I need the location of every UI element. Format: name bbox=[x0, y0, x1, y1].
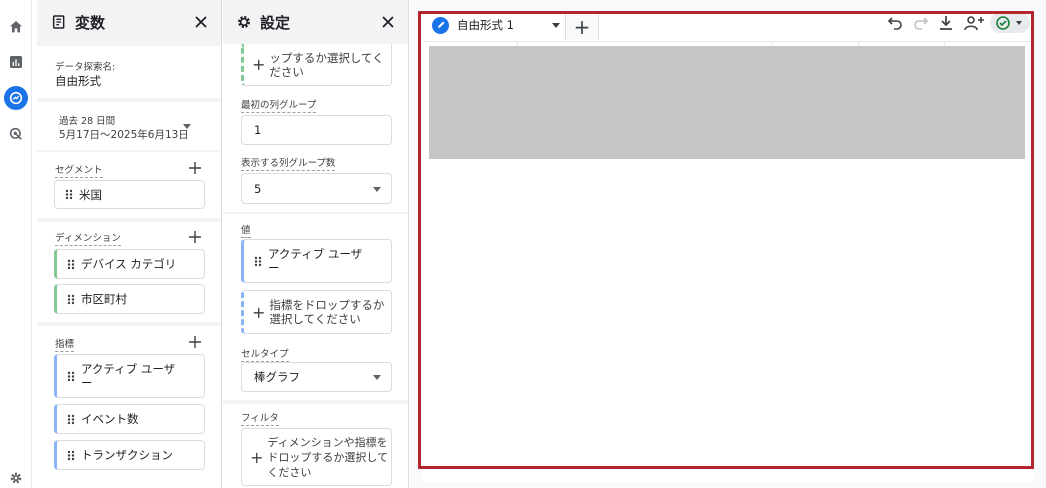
undo-icon[interactable] bbox=[886, 14, 904, 32]
add-metric-plus-icon[interactable] bbox=[187, 334, 203, 350]
column-groups-count-label: 表示する列グループ数 bbox=[241, 155, 336, 171]
segment-chip-us[interactable]: 米国 bbox=[54, 180, 205, 209]
drag-handle-icon[interactable] bbox=[65, 189, 73, 200]
variables-title: 変数 bbox=[75, 13, 106, 32]
dimensions-section: ディメンション デバイス カテゴリ 市区町村 bbox=[37, 222, 221, 322]
dimensions-label: ディメンション bbox=[55, 230, 121, 246]
settings-rows-section: + ップするか選択してください 最初の列グループ 1 表示する列グループ数 5 bbox=[223, 44, 408, 212]
exploration-name-value[interactable]: 自由形式 bbox=[55, 73, 101, 89]
variables-panel: 変数 データ探索名: 自由形式 過去 28 日間 5月17日～2025年6月13… bbox=[37, 0, 222, 488]
metric-chip-label: トランザクション bbox=[81, 448, 173, 462]
segments-label: セグメント bbox=[55, 162, 103, 178]
drag-handle-icon[interactable] bbox=[254, 256, 262, 267]
explore-icon[interactable] bbox=[4, 86, 28, 110]
column-groups-count-select[interactable]: 5 bbox=[241, 173, 392, 204]
rows-drop-text: ップするか選択してください bbox=[269, 50, 384, 79]
metrics-section: 指標 アクティブ ユーザー イベント数 トランザクション bbox=[37, 326, 221, 488]
add-icon: + bbox=[250, 447, 264, 467]
metric-chip-label: イベント数 bbox=[81, 412, 139, 426]
dimension-chip-city[interactable]: 市区町村 bbox=[54, 284, 205, 314]
variables-icon bbox=[51, 14, 67, 30]
cell-type-label: セルタイプ bbox=[241, 346, 289, 362]
date-range-chevron-down-icon[interactable] bbox=[183, 124, 191, 129]
settings-panel: 設定 + ップするか選択してください 最初の列グループ 1 表示する列グループ数… bbox=[223, 0, 409, 488]
add-icon: + bbox=[252, 55, 266, 74]
close-variables-icon[interactable] bbox=[191, 12, 211, 32]
gear-icon bbox=[236, 14, 252, 30]
settings-icon[interactable] bbox=[4, 466, 28, 488]
close-settings-icon[interactable] bbox=[378, 12, 398, 32]
settings-values-section: 値 アクティブ ユーザー + 指標をドロップするか選択してください セルタイプ … bbox=[223, 214, 408, 400]
settings-header: 設定 bbox=[223, 0, 408, 44]
chevron-down-icon bbox=[373, 375, 381, 380]
date-range-section[interactable]: 過去 28 日間 5月17日～2025年6月13日 bbox=[37, 102, 221, 150]
column-groups-count-value: 5 bbox=[254, 181, 262, 196]
metric-chip-event-count[interactable]: イベント数 bbox=[54, 404, 205, 434]
dimension-chip-device-category[interactable]: デバイス カテゴリ bbox=[54, 249, 205, 279]
add-segment-plus-icon[interactable] bbox=[187, 160, 203, 176]
share-icon[interactable] bbox=[963, 14, 985, 32]
variables-header: 変数 bbox=[37, 0, 221, 44]
segment-chip-label: 米国 bbox=[79, 187, 102, 202]
first-column-group-input[interactable]: 1 bbox=[241, 115, 392, 145]
rows-drop-zone[interactable]: + ップするか選択してください bbox=[241, 44, 392, 86]
exploration-name-label: データ探索名: bbox=[55, 62, 116, 73]
segments-section: セグメント 米国 bbox=[37, 152, 221, 218]
redo-icon[interactable] bbox=[912, 14, 930, 32]
status-check-icon[interactable] bbox=[990, 12, 1030, 33]
drag-handle-icon[interactable] bbox=[67, 414, 75, 425]
date-range-value: 5月17日～2025年6月13日 bbox=[59, 129, 189, 141]
cell-type-value: 棒グラフ bbox=[254, 370, 300, 384]
add-icon: + bbox=[252, 302, 266, 322]
filter-label: フィルタ bbox=[241, 410, 279, 426]
values-label: 値 bbox=[241, 222, 251, 238]
drag-handle-icon[interactable] bbox=[67, 450, 75, 461]
metric-chip-active-users[interactable]: アクティブ ユーザー bbox=[54, 354, 205, 398]
filter-drop-text: ディメンションや指標をドロップするか選択してください bbox=[267, 435, 389, 479]
tab-freeform-1[interactable]: 自由形式 1 bbox=[424, 12, 572, 40]
date-range-label: 過去 28 日間 bbox=[59, 116, 116, 127]
drag-handle-icon[interactable] bbox=[67, 294, 75, 305]
redacted-table-content bbox=[429, 46, 1025, 159]
first-column-group-label: 最初の列グループ bbox=[241, 97, 317, 113]
reports-icon[interactable] bbox=[4, 50, 28, 74]
exploration-canvas: 自由形式 1 + bbox=[410, 0, 1046, 488]
metrics-label: 指標 bbox=[55, 336, 75, 352]
exploration-name-section: データ探索名: 自由形式 bbox=[37, 46, 221, 98]
metric-chip-label: アクティブ ユーザー bbox=[81, 362, 176, 390]
drag-handle-icon[interactable] bbox=[67, 371, 75, 382]
chevron-down-icon bbox=[373, 186, 381, 192]
left-nav-rail bbox=[0, 0, 32, 488]
metric-drop-text: 指標をドロップするか選択してください bbox=[269, 298, 385, 326]
chevron-down-icon[interactable] bbox=[552, 23, 560, 28]
add-tab-plus-icon: + bbox=[573, 14, 591, 39]
metric-chip-transactions[interactable]: トランザクション bbox=[54, 440, 205, 470]
value-chip-label: アクティブ ユーザー bbox=[268, 247, 363, 275]
settings-filters-section: フィルタ + ディメンションや指標をドロップするか選択してください bbox=[223, 404, 408, 488]
tab-label: 自由形式 1 bbox=[457, 18, 514, 32]
metric-drop-zone[interactable]: + 指標をドロップするか選択してください bbox=[241, 290, 392, 334]
cell-type-select[interactable]: 棒グラフ bbox=[241, 362, 392, 392]
filter-drop-zone[interactable]: + ディメンションや指標をドロップするか選択してください bbox=[241, 428, 392, 486]
advertising-icon[interactable] bbox=[4, 122, 28, 146]
add-dimension-plus-icon[interactable] bbox=[187, 229, 203, 245]
pencil-icon bbox=[432, 16, 449, 34]
drag-handle-icon[interactable] bbox=[67, 259, 75, 270]
download-icon[interactable] bbox=[937, 14, 955, 32]
add-tab-button[interactable]: + bbox=[565, 12, 599, 40]
value-chip-active-users[interactable]: アクティブ ユーザー bbox=[241, 239, 392, 283]
home-icon[interactable] bbox=[4, 15, 28, 39]
dimension-chip-label: デバイス カテゴリ bbox=[81, 257, 177, 271]
dimension-chip-label: 市区町村 bbox=[81, 292, 127, 306]
settings-title: 設定 bbox=[260, 13, 291, 32]
table-header-divider bbox=[424, 41, 1034, 42]
